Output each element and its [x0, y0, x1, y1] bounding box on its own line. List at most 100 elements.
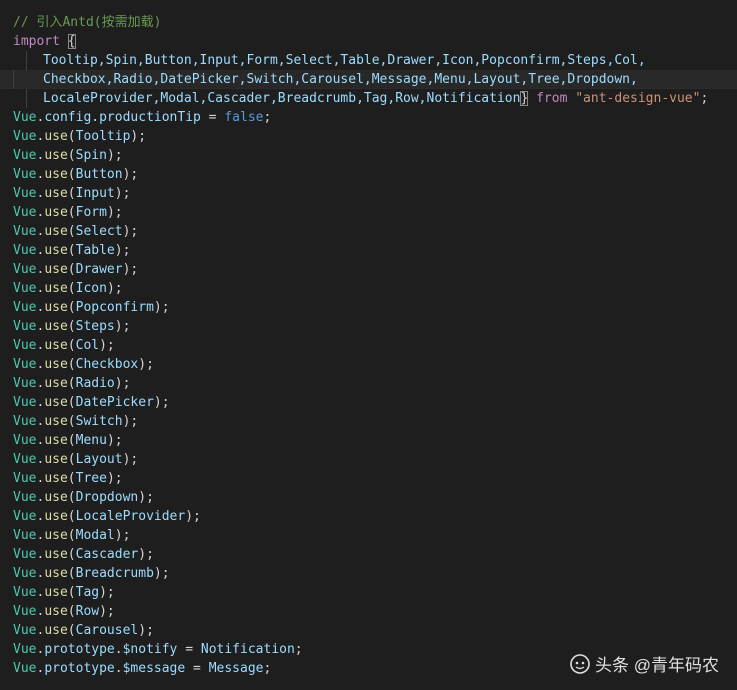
vue-object: Vue [13, 129, 37, 144]
code-punctuation: ( [67, 300, 76, 315]
code-area[interactable]: // 引入Antd(按需加载) import { Tooltip,Spin,Butt… [0, 13, 737, 678]
code-punctuation: ( [67, 148, 76, 163]
code-punctuation: ( [67, 243, 76, 258]
code-punctuation: ); [114, 243, 131, 258]
vue-object: Vue [13, 509, 37, 524]
code-punctuation: ( [67, 623, 76, 638]
code-line-use: Vue.use(Input); [13, 184, 737, 203]
use-method: use [44, 433, 68, 448]
use-method: use [44, 623, 68, 638]
code-line-use: Vue.use(Steps); [13, 317, 737, 336]
code-punctuation: ( [67, 338, 76, 353]
import-list: Tooltip,Spin,Button,Input,Form,Select,Ta… [43, 53, 646, 68]
code-punctuation: ( [67, 566, 76, 581]
code-punctuation: ; [294, 642, 303, 657]
vue-object: Vue [13, 300, 37, 315]
code-punctuation: ); [106, 205, 123, 220]
code-line-use: Vue.use(Row); [13, 602, 737, 621]
use-method: use [44, 452, 68, 467]
vue-object: Vue [13, 566, 37, 581]
toutiao-logo-icon [570, 653, 590, 674]
use-argument: Table [75, 243, 115, 258]
code-punctuation: ); [153, 566, 170, 581]
vue-object: Vue [13, 338, 37, 353]
code-line-comment: // 引入Antd(按需加载) [13, 13, 737, 32]
code-line-use: Vue.use(Drawer); [13, 260, 737, 279]
watermark-text: 头条 @青年码农 [595, 656, 719, 675]
use-argument: Spin [75, 148, 107, 163]
code-line-import-list-2: Checkbox,Radio,DatePicker,Switch,Carouse… [0, 70, 737, 89]
code-punctuation: ); [153, 395, 170, 410]
code-punctuation: ( [67, 205, 76, 220]
use-argument: Col [75, 338, 100, 353]
code-punctuation [528, 91, 536, 106]
indent-guide [26, 89, 27, 108]
semicolon: ; [700, 91, 709, 106]
prototype-prop: prototype [44, 642, 115, 657]
use-method: use [44, 585, 68, 600]
vue-object: Vue [13, 585, 37, 600]
false-value: false [224, 110, 264, 125]
use-method: use [44, 281, 68, 296]
vue-object: Vue [13, 490, 37, 505]
code-punctuation: ( [67, 490, 76, 505]
code-punctuation: ( [67, 528, 76, 543]
code-line-config: Vue.config.productionTip = false; [13, 108, 737, 127]
code-line-import: import { [13, 32, 737, 51]
code-line-use: Vue.use(Col); [13, 336, 737, 355]
vue-object: Vue [13, 471, 37, 486]
use-argument: Switch [75, 414, 123, 429]
config-prop: config [44, 110, 92, 125]
use-argument: Input [75, 186, 115, 201]
code-punctuation: ); [99, 585, 115, 600]
use-argument: Popconfirm [75, 300, 154, 315]
vue-object: Vue [13, 433, 37, 448]
use-argument: Select [75, 224, 123, 239]
vue-object: Vue [13, 205, 37, 220]
use-method: use [44, 357, 68, 372]
use-argument: Layout [75, 452, 123, 467]
use-method: use [44, 547, 68, 562]
use-method: use [44, 224, 68, 239]
open-brace: { [67, 34, 76, 49]
code-line-use: Vue.use(Cascader); [13, 545, 737, 564]
code-punctuation: ( [67, 604, 76, 619]
use-method: use [44, 205, 68, 220]
code-line-import-list-1: Tooltip,Spin,Button,Input,Form,Select,Ta… [13, 51, 737, 70]
indent-guide [26, 51, 27, 70]
code-punctuation: ( [67, 471, 76, 486]
production-tip-prop: productionTip [99, 110, 201, 125]
prototype-prop: prototype [44, 661, 115, 676]
code-punctuation: ); [138, 357, 154, 372]
code-editor[interactable]: // 引入Antd(按需加载) import { Tooltip,Spin,Butt… [0, 0, 737, 690]
code-line-use: Vue.use(Icon); [13, 279, 737, 298]
vue-object: Vue [13, 547, 37, 562]
prototype-value: Message [208, 661, 264, 676]
use-argument: Carousel [75, 623, 139, 638]
use-method: use [44, 148, 68, 163]
code-punctuation: ); [122, 414, 139, 429]
code-token: = [200, 110, 225, 125]
code-line-use: Vue.use(Switch); [13, 412, 737, 431]
code-line-use: Vue.use(Tag); [13, 583, 737, 602]
vue-object: Vue [13, 186, 37, 201]
code-punctuation: ( [67, 395, 76, 410]
code-punctuation: ); [130, 129, 147, 144]
use-method: use [44, 604, 68, 619]
use-argument: Menu [75, 433, 107, 448]
vue-object: Vue [13, 452, 37, 467]
code-punctuation: ); [122, 452, 139, 467]
code-line-use: Vue.use(Dropdown); [13, 488, 737, 507]
code-punctuation: ); [114, 376, 131, 391]
vue-object: Vue [13, 319, 37, 334]
use-argument: Breadcrumb [75, 566, 154, 581]
code-token: ; [263, 110, 272, 125]
use-method: use [44, 262, 68, 277]
import-list: LocaleProvider,Modal,Cascader,Breadcrumb… [43, 91, 521, 106]
vue-object: Vue [13, 224, 37, 239]
vue-object: Vue [13, 262, 37, 277]
vue-object: Vue [13, 281, 37, 296]
code-punctuation: ); [153, 300, 170, 315]
code-line-use: Vue.use(Select); [13, 222, 737, 241]
use-method: use [44, 300, 68, 315]
